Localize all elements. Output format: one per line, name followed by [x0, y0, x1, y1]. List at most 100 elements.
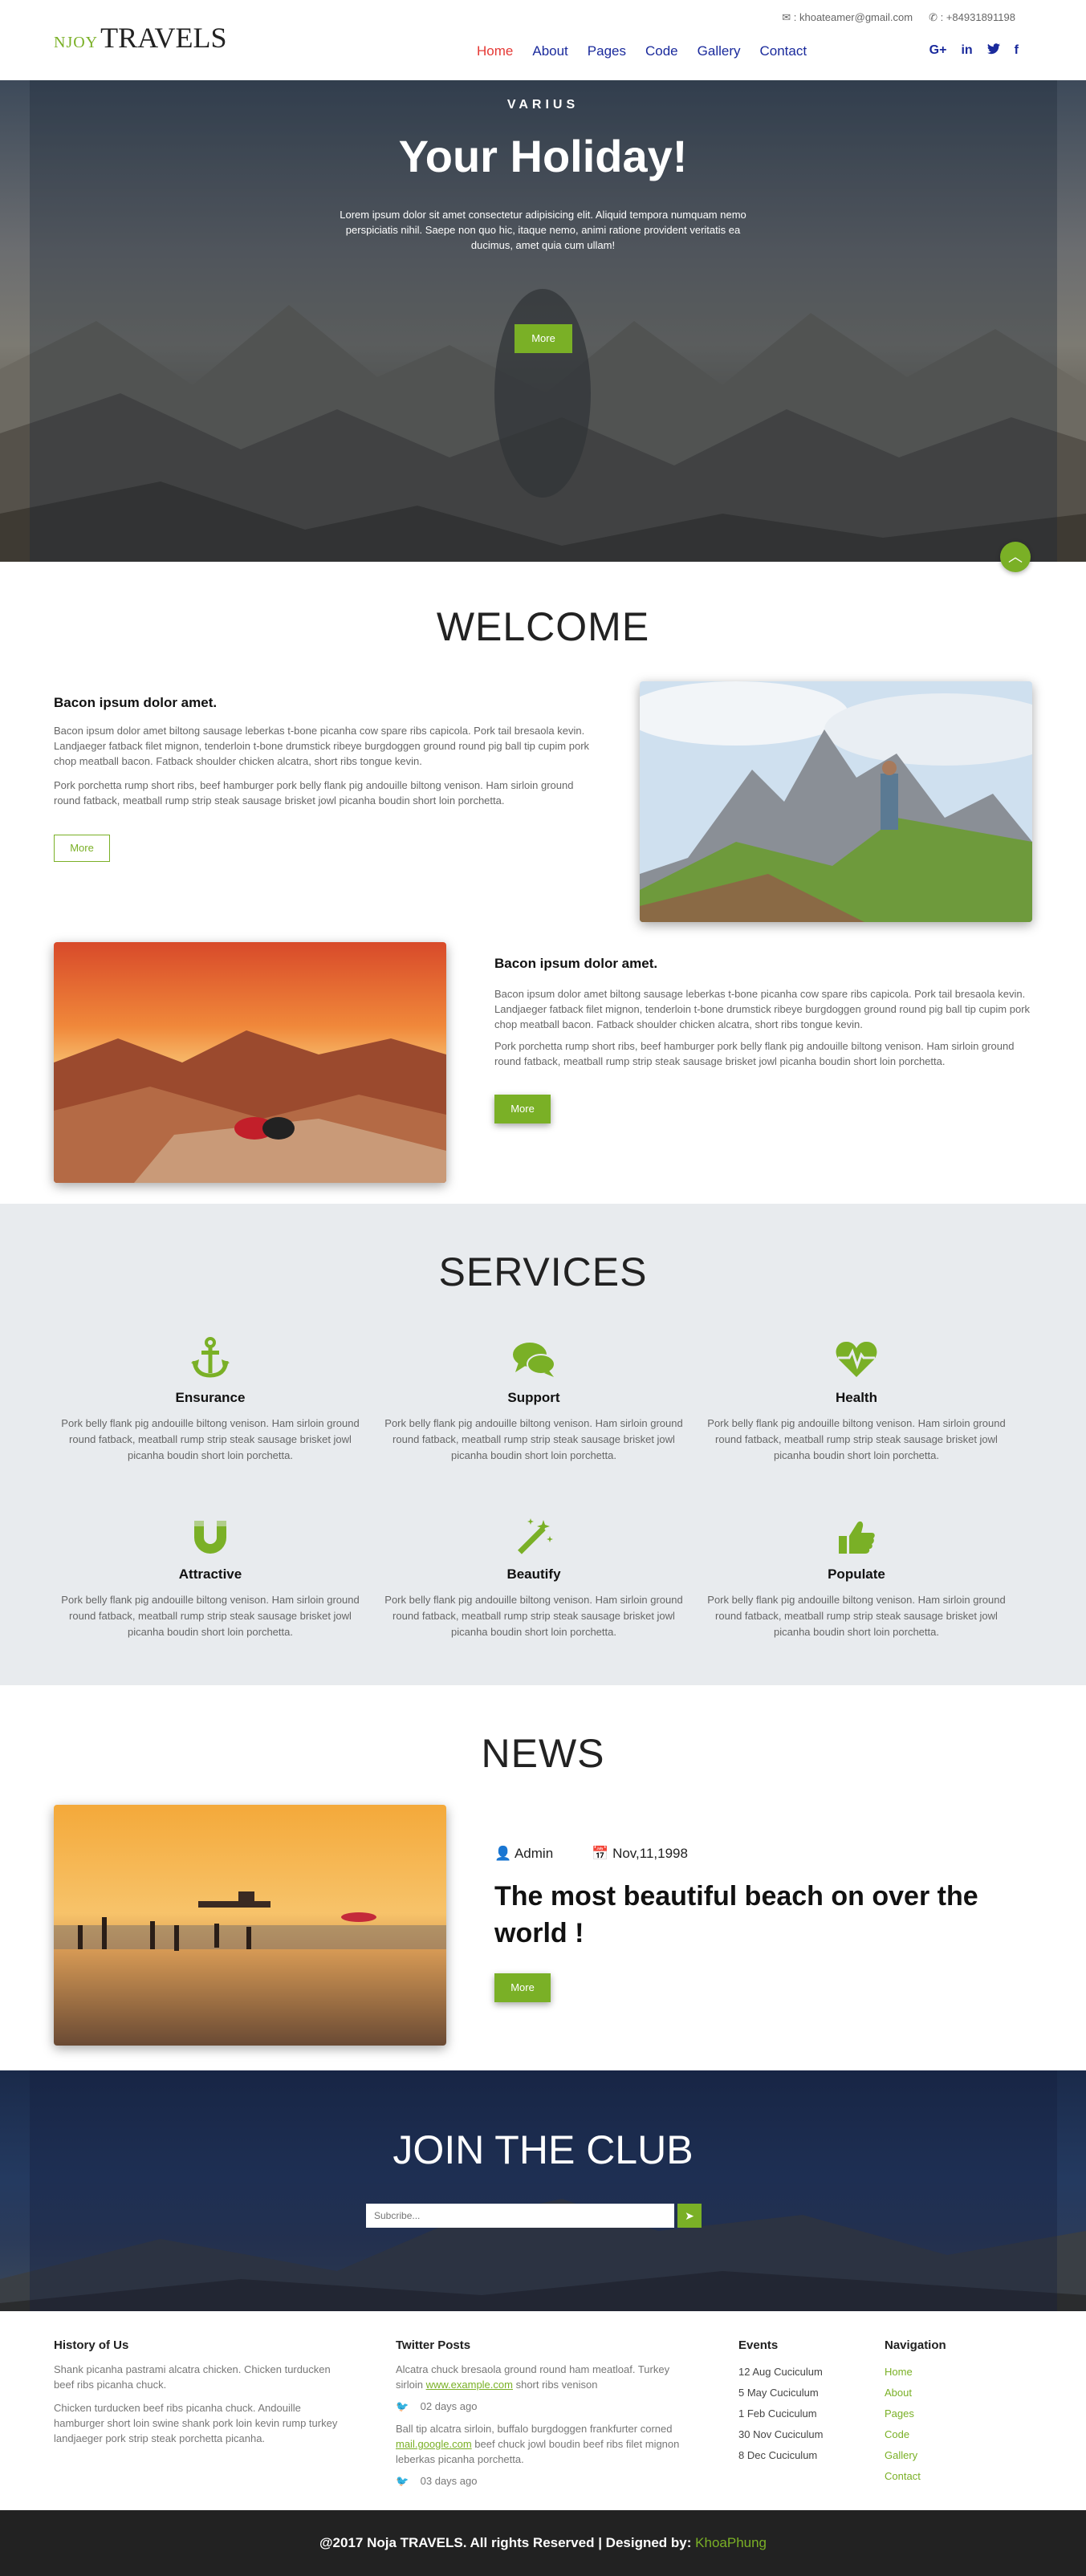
welcome-block2-heading: Bacon ipsum dolor amet.	[494, 956, 658, 971]
event-item[interactable]: 8 Dec Cuciculum	[738, 2445, 867, 2466]
nav-gallery[interactable]: Gallery	[698, 43, 741, 59]
service-support: Support Pork belly flank pig andouille b…	[377, 1332, 690, 1464]
phone-info: ✆ : +84931891198	[929, 11, 1015, 23]
site-header: NJOY TRAVELS ✉ : khoateamer@gmail.com ✆ …	[0, 0, 1086, 80]
service-title: Attractive	[178, 1566, 242, 1582]
service-health: Health Pork belly flank pig andouille bi…	[700, 1332, 1013, 1464]
twitter-icon[interactable]	[986, 43, 1000, 59]
footer-nav-pages[interactable]: Pages	[885, 2403, 1029, 2424]
hero-text: Lorem ipsum dolor sit amet consectetur a…	[340, 209, 746, 251]
mountain-hiker-image	[640, 681, 1032, 922]
twitter-icon: 🐦	[396, 2400, 409, 2412]
subscribe-input[interactable]	[366, 2204, 674, 2228]
subscribe-button[interactable]: ➤	[677, 2204, 702, 2228]
nav-pages[interactable]: Pages	[588, 43, 626, 59]
tweet-1-time: 🐦 02 days ago	[396, 2400, 693, 2413]
nav-home[interactable]: Home	[477, 43, 513, 59]
calendar-icon: 📅	[592, 1846, 609, 1861]
event-item[interactable]: 1 Feb Cuciculum	[738, 2403, 867, 2424]
tweet-2-text: Ball tip alcatra sirloin, buffalo burgdo…	[396, 2423, 673, 2435]
facebook-icon[interactable]: f	[1015, 43, 1019, 59]
service-title: Beautify	[506, 1566, 561, 1582]
footer-history-p1: Shank picanha pastrami alcatra chicken. …	[54, 2363, 331, 2391]
copyright-bar: @2017 Noja TRAVELS. All rights Reserved …	[0, 2510, 1086, 2576]
footer-nav-home[interactable]: Home	[885, 2362, 1029, 2383]
nav-about[interactable]: About	[532, 43, 567, 59]
footer-twitter-heading: Twitter Posts	[396, 2338, 471, 2352]
footer-history-heading: History of Us	[54, 2338, 129, 2352]
logo-big-text: TRAVELS	[100, 22, 227, 54]
footer-navigation-heading: Navigation	[885, 2338, 946, 2352]
service-text: Pork belly flank pig andouille biltong v…	[61, 1417, 360, 1461]
hero-more-button[interactable]: More	[515, 324, 572, 353]
hero-subtitle: VARIUS	[506, 98, 580, 112]
events-list: 12 Aug Cuciculum 5 May Cuciculum 1 Feb C…	[738, 2362, 867, 2466]
tweet-1: Alcatra chuck bresaola ground round ham …	[396, 2362, 693, 2392]
welcome-block2-p1: Bacon ipsum dolor amet biltong sausage l…	[494, 988, 1031, 1030]
magnet-icon	[54, 1509, 367, 1555]
comments-icon	[377, 1332, 690, 1379]
user-icon: 👤	[494, 1846, 512, 1861]
footer-events: Events 12 Aug Cuciculum 5 May Cuciculum …	[738, 2338, 867, 2466]
welcome-block1-p2: Pork porchetta rump short ribs, beef ham…	[54, 779, 574, 807]
news-date-text: Nov,11,1998	[612, 1846, 688, 1861]
linkedin-icon[interactable]: in	[961, 43, 972, 59]
welcome-block1-heading: Bacon ipsum dolor amet.	[54, 695, 218, 710]
footer-nav-gallery[interactable]: Gallery	[885, 2445, 1029, 2466]
scroll-top-button[interactable]: ︿	[1000, 542, 1031, 572]
welcome-block2-more-button[interactable]: More	[494, 1095, 551, 1123]
news-date: 📅 Nov,11,1998	[592, 1846, 688, 1862]
tweet-2-time: 🐦 03 days ago	[396, 2475, 693, 2488]
service-populate: Populate Pork belly flank pig andouille …	[700, 1509, 1013, 1640]
social-links: G+ in f	[929, 43, 1019, 59]
welcome-title: WELCOME	[436, 604, 650, 649]
join-overlay	[30, 2070, 1057, 2311]
logo-small-text: NJOY	[54, 34, 99, 51]
email-info: ✉ : khoateamer@gmail.com	[782, 11, 913, 23]
footer-nav-list: Home About Pages Code Gallery Contact	[885, 2362, 1029, 2487]
twitter-icon: 🐦	[396, 2475, 409, 2487]
footer-history-p2: Chicken turducken beef ribs picanha chuc…	[54, 2402, 338, 2444]
welcome-block1-p1: Bacon ipsum dolor amet biltong sausage l…	[54, 725, 590, 767]
service-beautify: Beautify Pork belly flank pig andouille …	[377, 1509, 690, 1640]
tweet-2: Ball tip alcatra sirloin, buffalo burgdo…	[396, 2421, 693, 2467]
service-attractive: Attractive Pork belly flank pig andouill…	[54, 1509, 367, 1640]
nav-contact[interactable]: Contact	[760, 43, 807, 59]
service-text: Pork belly flank pig andouille biltong v…	[707, 1417, 1006, 1461]
nav-code[interactable]: Code	[645, 43, 678, 59]
beach-image	[54, 1805, 446, 2046]
footer-nav-about[interactable]: About	[885, 2383, 1029, 2403]
footer-twitter: Twitter Posts Alcatra chuck bresaola gro…	[396, 2338, 693, 2496]
news-author-text: Admin	[514, 1846, 554, 1861]
service-text: Pork belly flank pig andouille biltong v…	[61, 1594, 360, 1638]
event-item[interactable]: 30 Nov Cuciculum	[738, 2424, 867, 2445]
tweet-2-link[interactable]: mail.google.com	[396, 2438, 472, 2450]
join-section	[0, 2070, 1086, 2311]
tweet-2-time-text: 03 days ago	[420, 2475, 478, 2487]
join-title: JOIN THE CLUB	[393, 2127, 693, 2172]
event-item[interactable]: 5 May Cuciculum	[738, 2383, 867, 2403]
google-plus-icon[interactable]: G+	[929, 43, 947, 59]
hero-title: Your Holiday!	[398, 131, 688, 181]
tweet-1-text-end: short ribs venison	[515, 2379, 598, 2391]
email-text: khoateamer@gmail.com	[799, 11, 913, 23]
contact-info: ✉ : khoateamer@gmail.com ✆ : +8493189119…	[782, 11, 1015, 24]
phone-text: +84931891198	[946, 11, 1015, 23]
logo[interactable]: NJOY TRAVELS	[54, 21, 226, 55]
heartbeat-icon	[700, 1332, 1013, 1379]
footer-nav-contact[interactable]: Contact	[885, 2466, 1029, 2487]
event-item[interactable]: 12 Aug Cuciculum	[738, 2362, 867, 2383]
footer-nav-code[interactable]: Code	[885, 2424, 1029, 2445]
phone-icon: ✆	[929, 11, 938, 23]
envelope-icon: ✉	[782, 11, 791, 23]
service-title: Ensurance	[175, 1390, 246, 1405]
news-title: NEWS	[481, 1731, 605, 1776]
footer-events-heading: Events	[738, 2338, 779, 2352]
service-title: Health	[836, 1390, 877, 1405]
designer-link[interactable]: KhoaPhung	[695, 2535, 767, 2550]
welcome-block1-more-button[interactable]: More	[54, 835, 110, 862]
desert-sunset-image	[54, 942, 446, 1183]
news-headline[interactable]: The most beautiful beach on over the wor…	[494, 1878, 1040, 1952]
tweet-1-link[interactable]: www.example.com	[426, 2379, 513, 2391]
news-more-button[interactable]: More	[494, 1973, 551, 2002]
